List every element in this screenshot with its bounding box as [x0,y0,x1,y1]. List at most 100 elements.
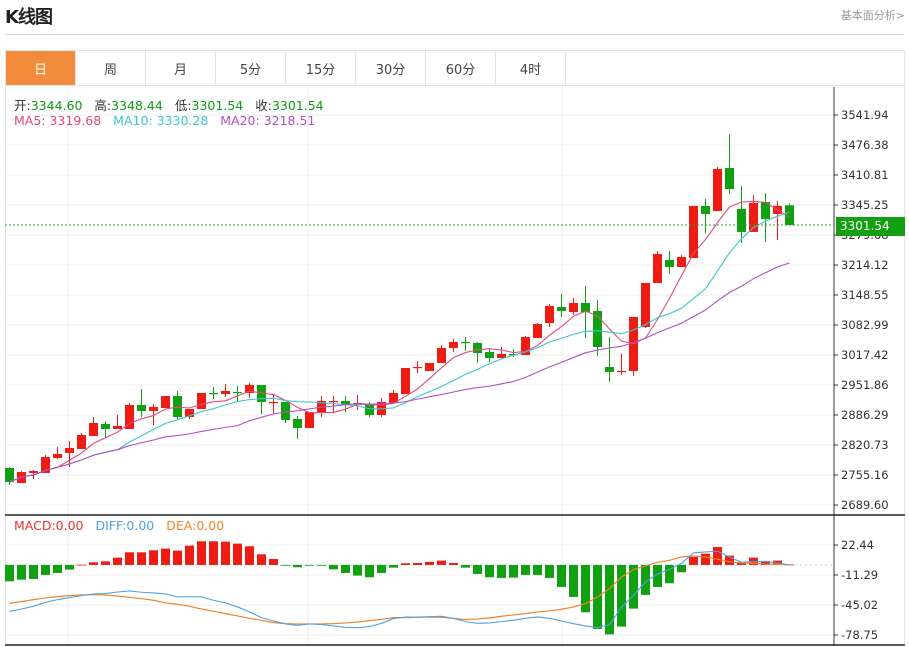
candle-body [89,423,98,436]
ma10-legend: MA10: 3330.28 [113,113,209,128]
macd-tick-label: 22.44 [841,538,874,552]
candle [221,383,230,397]
candle-body [305,411,314,428]
open-label: 开: [14,98,31,113]
candle [185,409,194,419]
macd-bar [209,541,218,565]
candle [569,297,578,315]
candle [545,303,554,328]
candle [209,386,218,399]
close-value: 3301.54 [271,98,324,113]
macd-bar [257,554,266,565]
price-tick-label: 2820.73 [841,438,889,452]
candle-body [461,341,470,344]
candle-body [281,402,290,420]
candle-body [701,205,710,214]
macd-bar [497,564,506,578]
ohlc-legend: 开:3344.60 高:3348.44 低:3301.54 收:3301.54 [14,95,324,114]
price-tick-label: 2689.60 [841,498,889,512]
dea-legend-value: DEA:0.00 [166,518,225,533]
candle [725,134,734,194]
close-label: 收: [255,98,272,113]
candle [53,446,62,459]
macd-bar [557,564,566,587]
ma5-line [9,200,790,483]
macd-bar [161,548,170,565]
candle-body [737,209,746,232]
candle-body [5,467,14,482]
macd-bar [581,564,590,613]
macd-legend-value: MACD:0.00 [14,518,84,533]
candle [425,362,434,371]
candle-body [533,323,542,338]
candle [233,385,242,401]
price-tick-label: 3017.42 [841,348,889,362]
macd-bar [617,564,626,627]
candle-body [221,390,230,394]
candle [605,336,614,383]
candle-body [677,257,686,267]
candle-body [557,306,566,311]
candle-body [197,392,206,410]
candle-body [209,392,218,395]
candle [401,368,410,394]
current-price-label: 3301.54 [836,217,905,236]
candle-body [437,347,446,363]
macd-bar [233,543,242,565]
candle-body [269,402,278,404]
candle-body [113,425,122,429]
macd-bar [473,564,482,574]
candle [785,203,794,225]
candle [533,322,542,338]
macd-bar [149,550,158,565]
macd-bar [701,553,710,565]
macd-bar [461,564,470,568]
macd-bar [269,558,278,565]
macd-bar [41,564,50,575]
macd-bar [521,564,530,575]
price-tick-label: 3214.12 [841,258,889,272]
candle-body [449,341,458,348]
candle-body [473,342,482,353]
candle [677,254,686,267]
macd-bar [113,557,122,565]
macd-bar [341,564,350,573]
candle [485,347,494,362]
price-tick-label: 2951.86 [841,378,889,392]
macd-bar [401,563,410,565]
candle-body [137,404,146,411]
candle-body [413,366,422,369]
macd-bar [569,564,578,597]
macd-bar [101,561,110,565]
candle-body [713,169,722,211]
candle [413,361,422,373]
candle-body [665,259,674,267]
macd-bar [485,564,494,578]
low-label: 低: [174,98,192,113]
macd-bar [329,564,338,570]
macd-bar [353,564,362,576]
candle [305,411,314,428]
candle [749,195,758,232]
candle [449,338,458,352]
price-tick-label: 3541.94 [841,108,889,122]
candle-body [485,351,494,358]
candle-body [605,366,614,372]
candle [461,336,470,351]
candle-body [161,396,170,408]
candle-body [77,434,86,449]
macd-bar [173,550,182,565]
macd-bar [221,541,230,565]
open-value: 3344.60 [30,98,83,113]
macd-bar [713,546,722,565]
candle-body [425,362,434,371]
candle [641,282,650,329]
macd-bar [377,564,386,573]
candle-body [293,418,302,428]
candle-body [101,423,110,429]
price-tick-label: 3410.81 [841,168,889,182]
candle [593,299,602,356]
macd-bar [305,564,314,566]
candle [245,382,254,398]
macd-bar [89,562,98,565]
